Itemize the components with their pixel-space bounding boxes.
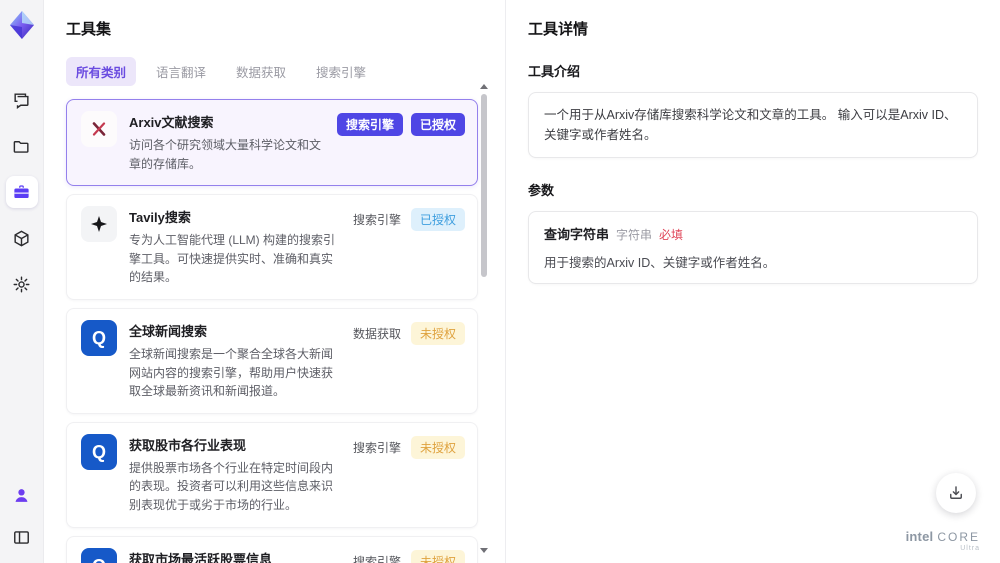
tool-category-badge: 搜索引擎 xyxy=(352,554,401,563)
tool-list: Q Arxiv文献搜索 访问各个研究领域大量科学论文和文章的存储库。 搜索引擎 … xyxy=(66,99,478,563)
core-text: core xyxy=(937,530,980,545)
params-heading: 参数 xyxy=(528,183,555,198)
tool-title: 全球新闻搜索 xyxy=(129,323,208,339)
arxiv-logo-icon xyxy=(92,122,106,136)
tool-card[interactable]: Q Tavily搜索 专为人工智能代理 (LLM) 构建的搜索引擎工具。可快速提… xyxy=(66,194,478,300)
param-box: 查询字符串 字符串 必填 用于搜索的Arxiv ID、关键字或作者姓名。 xyxy=(528,211,978,284)
scroll-up-arrow[interactable] xyxy=(480,84,488,89)
sidebar-nav xyxy=(5,84,38,300)
intro-heading: 工具介绍 xyxy=(528,64,581,79)
tool-card[interactable]: Q 获取市场最活跃股票信息 提供当天交易量最高的股票列表。投资者可以利用这些信息… xyxy=(66,535,478,563)
intel-core-logo: intel core Ultra xyxy=(905,529,980,553)
q-logo-icon: Q xyxy=(91,327,106,348)
tool-icon: Q xyxy=(81,111,117,147)
tavily-logo-icon xyxy=(91,216,107,233)
download-icon xyxy=(950,486,962,499)
cube-icon xyxy=(14,230,29,246)
tool-category-badge: 搜索引擎 xyxy=(352,213,401,228)
tab-search-engine[interactable]: 搜索引擎 xyxy=(306,57,376,86)
list-scrollbar[interactable] xyxy=(480,84,488,553)
tool-card-body: 获取市场最活跃股票信息 提供当天交易量最高的股票列表。投资者可以利用这些信息来识… xyxy=(129,548,339,563)
param-name: 查询字符串 xyxy=(544,227,610,242)
tool-description: 全球新闻搜索是一个聚合全球各大新闻网站内容的搜索引擎，帮助用户快速获取全球最新资… xyxy=(129,346,334,399)
tool-detail-panel: 工具详情 工具介绍 一个用于从Arxiv存储库搜索科学论文和文章的工具。 输入可… xyxy=(505,0,1000,563)
sidebar-item-tools[interactable] xyxy=(5,176,38,208)
tool-card-meta: 搜索引擎 未授权 xyxy=(351,434,465,515)
ultra-text: Ultra xyxy=(960,545,980,553)
tool-list-panel: 工具集 所有类别 语言翻译 数据获取 搜索引擎 Q xyxy=(44,0,505,563)
tool-card[interactable]: Q 获取股市各行业表现 提供股票市场各个行业在特定时间段内的表现。投资者可以利用… xyxy=(66,421,478,528)
download-button[interactable] xyxy=(936,473,976,513)
tool-auth-badge: 未授权 xyxy=(410,321,465,345)
intro-box: 一个用于从Arxiv存储库搜索科学论文和文章的工具。 输入可以是Arxiv ID… xyxy=(528,92,978,158)
gear-icon xyxy=(13,276,30,292)
param-description: 用于搜索的Arxiv ID、关键字或作者姓名。 xyxy=(544,256,776,270)
sidebar-item-chat[interactable] xyxy=(6,84,38,116)
tool-icon: Q xyxy=(81,319,117,356)
tool-card-meta: 搜索引擎 未授权 xyxy=(351,548,465,563)
sidebar-item-profile[interactable] xyxy=(6,479,38,511)
tool-card-body: Tavily搜索 专为人工智能代理 (LLM) 构建的搜索引擎工具。可快速提供实… xyxy=(129,206,339,287)
tool-category-badge: 搜索引擎 xyxy=(336,113,403,136)
app-logo[interactable] xyxy=(5,8,39,42)
intel-core-wordmark: intel core xyxy=(905,529,980,545)
intel-text: intel xyxy=(905,529,934,545)
tool-description: 访问各个研究领域大量科学论文和文章的存储库。 xyxy=(129,138,322,171)
tool-card[interactable]: Q Arxiv文献搜索 访问各个研究领域大量科学论文和文章的存储库。 搜索引擎 … xyxy=(66,99,478,187)
tool-card-meta: 搜索引擎 已授权 xyxy=(336,111,465,173)
tool-card-body: 获取股市各行业表现 提供股票市场各个行业在特定时间段内的表现。投资者可以利用这些… xyxy=(129,434,339,515)
tool-title: 获取股市各行业表现 xyxy=(129,437,247,453)
sidebar-item-settings[interactable] xyxy=(6,268,38,300)
detail-title: 工具详情 xyxy=(528,21,589,38)
tool-title: Arxiv文献搜索 xyxy=(129,115,214,130)
chat-icon xyxy=(14,92,29,109)
briefcase-icon xyxy=(14,184,29,198)
tool-auth-badge: 未授权 xyxy=(410,549,465,563)
collapse-panel-icon xyxy=(14,530,29,544)
tool-category-badge: 数据获取 xyxy=(352,326,401,341)
tool-category-badge: 搜索引擎 xyxy=(352,440,401,455)
sidebar-item-files[interactable] xyxy=(6,130,38,162)
tool-auth-badge: 已授权 xyxy=(410,208,465,232)
folder-icon xyxy=(13,140,29,153)
tool-card-meta: 数据获取 未授权 xyxy=(351,320,465,401)
category-tabs: 所有类别 语言翻译 数据获取 搜索引擎 xyxy=(66,57,505,86)
q-logo-icon: Q xyxy=(92,557,106,563)
tool-card-body: Arxiv文献搜索 访问各个研究领域大量科学论文和文章的存储库。 xyxy=(129,111,325,173)
sidebar xyxy=(0,0,44,563)
param-header: 查询字符串 字符串 必填 xyxy=(544,224,962,243)
tool-auth-badge: 未授权 xyxy=(410,435,465,459)
tool-description: 专为人工智能代理 (LLM) 构建的搜索引擎工具。可快速提供实时、准确和真实的结… xyxy=(129,233,336,285)
user-avatar-icon xyxy=(15,488,28,502)
tool-icon: Q xyxy=(81,433,117,470)
tool-icon: Q xyxy=(81,206,117,243)
tool-auth-badge: 已授权 xyxy=(410,113,465,136)
sidebar-item-models[interactable] xyxy=(6,222,38,254)
tab-all-categories[interactable]: 所有类别 xyxy=(66,57,137,86)
tab-language-translation[interactable]: 语言翻译 xyxy=(146,57,216,86)
scroll-down-arrow[interactable] xyxy=(480,548,488,553)
tool-card-meta: 搜索引擎 已授权 xyxy=(351,206,465,287)
param-type: 字符串 xyxy=(616,228,653,242)
param-required-badge: 必填 xyxy=(659,228,684,242)
scrollbar-thumb[interactable] xyxy=(481,94,487,277)
tool-title: Tavily搜索 xyxy=(129,210,191,226)
q-logo-icon: Q xyxy=(91,441,106,462)
tool-icon: Q xyxy=(81,547,117,563)
tool-description: 提供股票市场各个行业在特定时间段内的表现。投资者可以利用这些信息来识别表现优于或… xyxy=(129,460,334,512)
tool-card-body: 全球新闻搜索 全球新闻搜索是一个聚合全球各大新闻网站内容的搜索引擎，帮助用户快速… xyxy=(129,320,339,401)
sidebar-bottom xyxy=(6,479,38,553)
intro-text: 一个用于从Arxiv存储库搜索科学论文和文章的工具。 输入可以是Arxiv ID… xyxy=(544,108,957,142)
tool-card[interactable]: Q 全球新闻搜索 全球新闻搜索是一个聚合全球各大新闻网站内容的搜索引擎，帮助用户… xyxy=(66,307,478,414)
page-title: 工具集 xyxy=(66,21,112,38)
sidebar-collapse-button[interactable] xyxy=(6,521,38,553)
diamond-logo-icon xyxy=(9,11,34,39)
tool-title: 获取市场最活跃股票信息 xyxy=(129,551,273,563)
tab-data-fetch[interactable]: 数据获取 xyxy=(226,57,296,86)
